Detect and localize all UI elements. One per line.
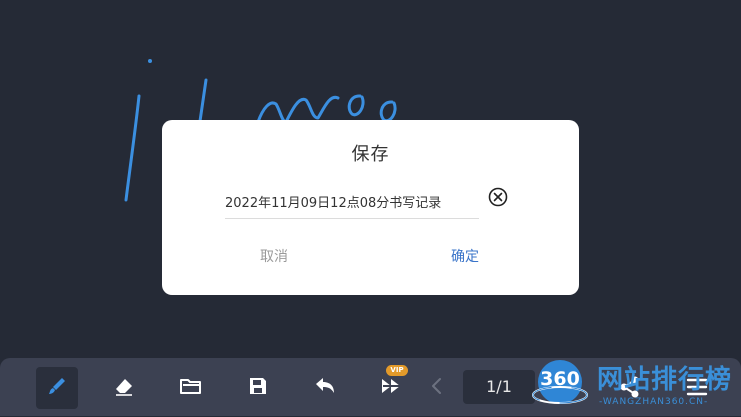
- watermark-logo: 360: [531, 355, 589, 413]
- undo-icon: [313, 375, 337, 401]
- clear-input-icon[interactable]: [488, 187, 508, 207]
- save-dialog: 保存 取消 确定: [162, 120, 579, 295]
- watermark-subtitle: -WANGZHAN360.CN-: [599, 397, 709, 407]
- filename-input[interactable]: [225, 184, 479, 219]
- pen-tool-button[interactable]: [36, 367, 78, 409]
- save-icon: [247, 375, 269, 401]
- watermark-logo-text: 360: [540, 368, 580, 390]
- eraser-tool-button[interactable]: [103, 367, 145, 409]
- cancel-button[interactable]: 取消: [260, 246, 288, 266]
- pen-icon: [46, 375, 68, 401]
- undo-button[interactable]: [304, 367, 346, 409]
- confirm-button[interactable]: 确定: [451, 246, 479, 266]
- watermark-title: 网站排行榜: [597, 365, 733, 395]
- save-button[interactable]: [237, 367, 279, 409]
- fast-forward-icon: [379, 375, 405, 401]
- vip-badge: VIP: [386, 365, 408, 376]
- previous-page-button[interactable]: [416, 367, 458, 409]
- open-folder-button[interactable]: [170, 367, 212, 409]
- page-indicator[interactable]: 1/1: [463, 370, 535, 404]
- previous-page-icon: [429, 375, 445, 401]
- eraser-icon: [113, 375, 135, 401]
- dialog-title: 保存: [351, 144, 390, 165]
- folder-icon: [179, 375, 203, 401]
